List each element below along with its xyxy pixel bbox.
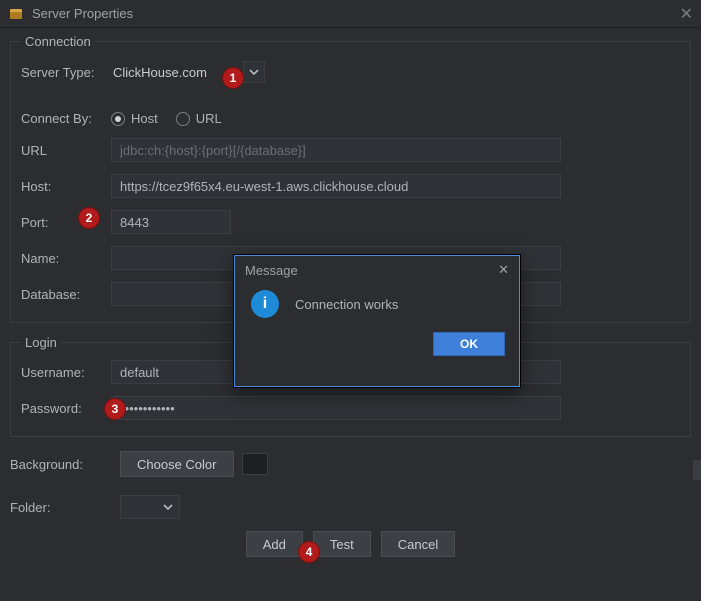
folder-select[interactable] [120, 495, 180, 519]
add-button[interactable]: Add [246, 531, 303, 557]
dialog-buttons: Add Test Cancel [10, 531, 691, 557]
radio-dot-icon [176, 112, 190, 126]
login-legend: Login [21, 335, 61, 350]
host-input[interactable] [111, 174, 561, 198]
radio-url-label: URL [196, 111, 222, 126]
password-input[interactable] [111, 396, 561, 420]
annotation-badge-4: 4 [298, 541, 320, 563]
annotation-badge-2: 2 [78, 207, 100, 229]
radio-host[interactable]: Host [111, 111, 158, 126]
close-icon[interactable]: ✕ [680, 4, 693, 24]
close-icon[interactable]: ✕ [498, 262, 509, 278]
url-label: URL [21, 143, 111, 158]
radio-host-label: Host [131, 111, 158, 126]
message-dialog: Message ✕ i Connection works OK [234, 255, 520, 387]
url-input[interactable] [111, 138, 561, 162]
server-type-value: ClickHouse.com [111, 65, 213, 80]
app-icon [8, 6, 24, 22]
message-dialog-text: Connection works [295, 297, 398, 312]
choose-color-button[interactable]: Choose Color [120, 451, 234, 477]
chevron-down-icon [163, 504, 173, 510]
port-input[interactable] [111, 210, 231, 234]
username-label: Username: [21, 365, 111, 380]
database-label: Database: [21, 287, 111, 302]
ok-button[interactable]: OK [433, 332, 505, 356]
radio-url[interactable]: URL [176, 111, 222, 126]
name-label: Name: [21, 251, 111, 266]
window-title: Server Properties [32, 6, 680, 21]
scrollbar[interactable] [693, 460, 701, 480]
background-label: Background: [10, 457, 120, 472]
color-swatch[interactable] [242, 453, 268, 475]
annotation-badge-1: 1 [222, 67, 244, 89]
host-label: Host: [21, 179, 111, 194]
annotation-badge-3: 3 [104, 398, 126, 420]
test-button[interactable]: Test [313, 531, 371, 557]
password-label: Password: [21, 401, 111, 416]
titlebar: Server Properties ✕ [0, 0, 701, 28]
server-type-label: Server Type: [21, 65, 111, 80]
folder-label: Folder: [10, 500, 120, 515]
connect-by-radios: Host URL [111, 111, 222, 126]
cancel-button[interactable]: Cancel [381, 531, 455, 557]
radio-dot-icon [111, 112, 125, 126]
message-dialog-title: Message [245, 263, 298, 278]
chevron-down-icon [243, 61, 265, 83]
connection-legend: Connection [21, 34, 95, 49]
info-icon: i [251, 290, 279, 318]
connect-by-label: Connect By: [21, 111, 111, 126]
